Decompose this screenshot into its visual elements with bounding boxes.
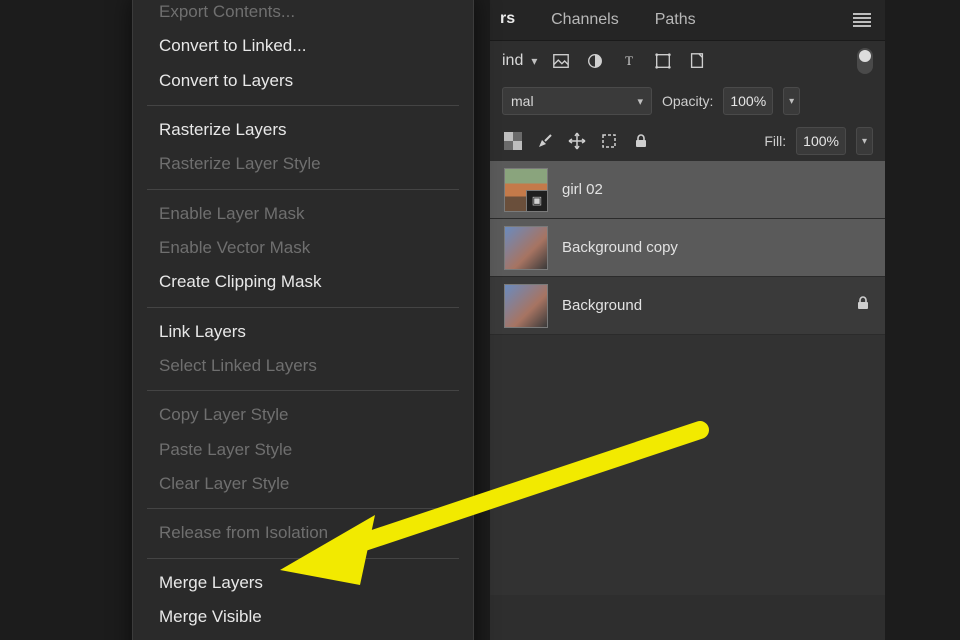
layer-filter-label: ind [502, 52, 523, 70]
fill-label: Fill: [764, 133, 786, 149]
menu-separator [147, 390, 459, 391]
tab-layers[interactable]: rs [494, 0, 521, 40]
lock-row: Fill: 100% ▾ [490, 121, 885, 161]
right-background-strip [885, 0, 960, 640]
blend-row: mal ▾ Opacity: 100% ▾ [490, 81, 885, 121]
tab-paths[interactable]: Paths [649, 1, 702, 39]
layers-empty-area[interactable] [490, 335, 885, 595]
filter-smart-icon[interactable] [687, 51, 707, 71]
chevron-down-icon: ▾ [862, 136, 867, 147]
menu-item-rasterize-layers[interactable]: Rasterize Layers [133, 113, 473, 147]
menu-item-convert-to-linked[interactable]: Convert to Linked... [133, 29, 473, 63]
menu-item-export-contents: Export Contents... [133, 0, 473, 29]
smart-object-badge-icon: ▣ [526, 190, 548, 212]
filter-shape-icon[interactable] [653, 51, 673, 71]
blend-mode-value: mal [511, 93, 534, 109]
layer-name[interactable]: Background copy [562, 239, 871, 256]
opacity-label: Opacity: [662, 93, 713, 109]
lock-all-icon[interactable] [630, 133, 652, 149]
chevron-down-icon: ▾ [637, 95, 643, 108]
panel-tab-bar: rs Channels Paths [490, 0, 885, 41]
menu-separator [147, 558, 459, 559]
layers-panel: rs Channels Paths ind ▾ T mal ▾ [490, 0, 885, 640]
lock-position-icon[interactable] [566, 131, 588, 151]
menu-item-rasterize-layer-style: Rasterize Layer Style [133, 147, 473, 181]
menu-item-copy-layer-style: Copy Layer Style [133, 398, 473, 432]
svg-text:T: T [625, 54, 633, 68]
layers-list: ▣ girl 02 Background copy Background [490, 161, 885, 335]
layer-filter-row: ind ▾ T [490, 41, 885, 81]
layer-thumb[interactable] [504, 284, 548, 328]
menu-item-paste-layer-style: Paste Layer Style [133, 433, 473, 467]
layer-name[interactable]: Background [562, 297, 841, 314]
menu-separator [147, 105, 459, 106]
layer-row[interactable]: ▣ girl 02 [490, 161, 885, 219]
layer-thumb[interactable]: ▣ [504, 168, 548, 212]
menu-separator [147, 189, 459, 190]
layer-filter-dropdown[interactable]: ind ▾ [502, 52, 537, 70]
menu-separator [147, 307, 459, 308]
layer-name[interactable]: girl 02 [562, 181, 871, 198]
fill-stepper[interactable]: ▾ [856, 127, 873, 155]
app-stage: Export Contents...Convert to Linked...Co… [0, 0, 960, 640]
lock-artboard-icon[interactable] [598, 131, 620, 151]
filter-pixel-icon[interactable] [551, 51, 571, 71]
filter-toggle[interactable] [857, 48, 873, 74]
chevron-down-icon: ▾ [789, 96, 794, 107]
menu-item-select-linked-layers: Select Linked Layers [133, 349, 473, 383]
menu-item-release-from-isolation: Release from Isolation [133, 516, 473, 550]
layer-context-menu: Export Contents...Convert to Linked...Co… [132, 0, 474, 640]
lock-paint-icon[interactable] [534, 132, 556, 150]
opacity-stepper[interactable]: ▾ [783, 87, 800, 115]
layer-row[interactable]: Background copy [490, 219, 885, 277]
menu-item-create-clipping-mask[interactable]: Create Clipping Mask [133, 265, 473, 299]
menu-item-clear-layer-style: Clear Layer Style [133, 467, 473, 501]
fill-value: 100% [803, 133, 839, 149]
menu-item-link-layers[interactable]: Link Layers [133, 315, 473, 349]
chevron-down-icon: ▾ [531, 54, 537, 68]
blend-mode-dropdown[interactable]: mal ▾ [502, 87, 652, 115]
menu-item-merge-visible[interactable]: Merge Visible [133, 600, 473, 634]
lock-icon [855, 295, 871, 316]
panel-menu-icon[interactable] [853, 13, 871, 27]
menu-item-convert-to-layers[interactable]: Convert to Layers [133, 64, 473, 98]
opacity-field[interactable]: 100% [723, 87, 773, 115]
filter-adjust-icon[interactable] [585, 51, 605, 71]
filter-type-icon[interactable]: T [619, 51, 639, 71]
menu-item-enable-layer-mask: Enable Layer Mask [133, 197, 473, 231]
layer-row[interactable]: Background [490, 277, 885, 335]
menu-separator [147, 508, 459, 509]
menu-item-enable-vector-mask: Enable Vector Mask [133, 231, 473, 265]
menu-item-flatten-image[interactable]: Flatten Image [133, 635, 473, 640]
opacity-value: 100% [730, 93, 766, 109]
menu-item-merge-layers[interactable]: Merge Layers [133, 566, 473, 600]
layer-thumb[interactable] [504, 226, 548, 270]
tab-channels[interactable]: Channels [545, 1, 625, 39]
fill-field[interactable]: 100% [796, 127, 846, 155]
lock-transparent-icon[interactable] [502, 132, 524, 150]
